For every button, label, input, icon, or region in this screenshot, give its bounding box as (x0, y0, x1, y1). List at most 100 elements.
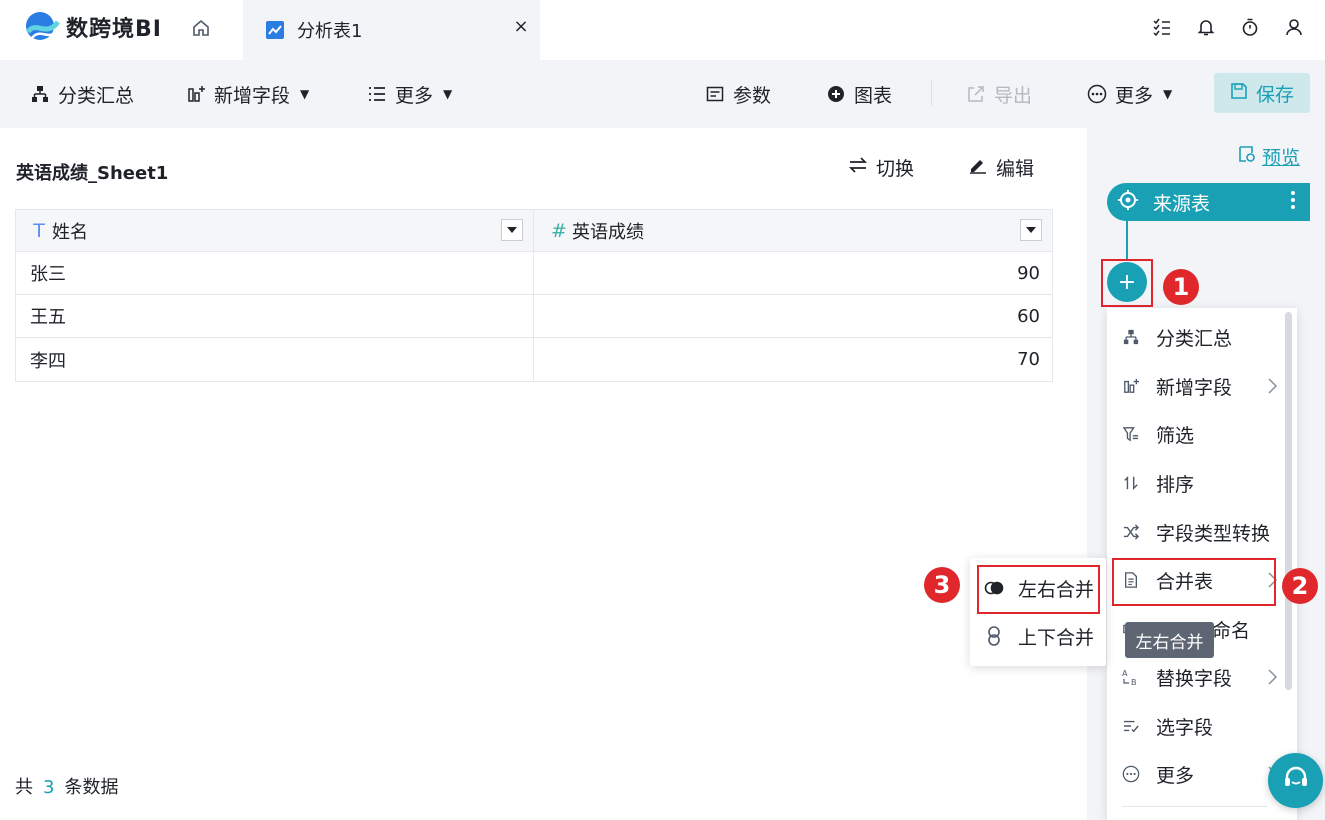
cell-name[interactable]: 张三 (16, 252, 534, 294)
params-button[interactable]: 参数 (705, 80, 771, 108)
save-button[interactable]: 保存 (1214, 73, 1310, 113)
row-count: 共 3 条数据 (15, 773, 118, 799)
headset-icon (1282, 765, 1310, 796)
export-button[interactable]: 导出 (966, 80, 1032, 108)
menu-item-label: 更多 (1156, 764, 1195, 787)
table-row: 王五 60 (16, 295, 1052, 338)
params-icon (705, 84, 725, 104)
caret-down-icon: ▼ (300, 87, 310, 101)
kebab-menu-icon[interactable] (1290, 189, 1296, 211)
menu-item-group-summary[interactable]: 分类汇总 (1107, 317, 1279, 357)
column-title: 姓名 (52, 221, 88, 243)
cell-name[interactable]: 李四 (16, 338, 534, 381)
submenu-item-label: 上下合并 (1018, 626, 1095, 649)
menu-item-type-convert[interactable]: 字段类型转换 (1107, 512, 1279, 552)
caret-down-icon: ▼ (1163, 87, 1173, 101)
menu-item-label: 选字段 (1156, 716, 1214, 739)
submenu-item-top-bottom-merge[interactable]: 上下合并 (970, 616, 1106, 656)
svg-text:A: A (1122, 669, 1128, 678)
annotation-badge-1: 1 (1163, 269, 1199, 305)
list-icon (367, 84, 387, 104)
timer-icon[interactable] (1237, 14, 1263, 40)
chart-button[interactable]: 图表 (826, 80, 892, 108)
sort-icon (1121, 475, 1141, 491)
add-field-button[interactable]: 新增字段 ▼ (186, 80, 309, 108)
home-icon[interactable] (188, 15, 214, 41)
annotation-badge-3: 3 (924, 567, 960, 603)
cell-score[interactable]: 70 (534, 338, 1052, 381)
more-right-label: 更多 (1115, 84, 1154, 107)
menu-item-label: 替换字段 (1156, 667, 1233, 690)
group-summary-button[interactable]: 分类汇总 (30, 80, 134, 108)
menu-item-sort[interactable]: 排序 (1107, 463, 1279, 503)
hierarchy-icon (30, 84, 50, 104)
preview-link[interactable]: 预览 (1238, 143, 1300, 170)
cell-score[interactable]: 60 (534, 295, 1052, 337)
tab-analysis-1[interactable]: 分析表1 × (243, 0, 540, 60)
preview-icon (1238, 145, 1256, 168)
table-view: 英语成绩_Sheet1 切换 编辑 T 姓名 # 英语成绩 张三 90 王五 6… (0, 128, 1087, 820)
params-label: 参数 (733, 84, 772, 107)
plus-circle-icon (826, 84, 846, 104)
annotation-box-1 (1101, 259, 1153, 307)
menu-item-select-field[interactable]: 选字段 (1107, 706, 1279, 746)
replace-icon: AB (1121, 668, 1141, 686)
table-row: 张三 90 (16, 252, 1052, 295)
app-logo[interactable]: 数跨境BI (24, 10, 162, 44)
tab-close-button[interactable]: × (510, 16, 532, 40)
menu-item-more[interactable]: 更多 (1107, 754, 1279, 794)
menu-item-label: 字段类型转换 (1156, 522, 1271, 545)
add-field-icon (186, 84, 206, 104)
menu-item-add-field[interactable]: 新增字段 (1107, 366, 1279, 406)
menu-item-replace-field[interactable]: AB 替换字段 (1107, 657, 1279, 697)
pen-icon (968, 156, 988, 179)
filter-icon (1121, 426, 1141, 442)
add-field-label: 新增字段 (214, 84, 291, 107)
menu-item-label: 新增字段 (1156, 376, 1233, 399)
select-field-icon (1121, 718, 1141, 734)
chevron-right-icon (1265, 376, 1279, 396)
number-type-icon: # (551, 219, 567, 242)
edit-label: 编辑 (996, 158, 1035, 180)
annotation-box-2 (1112, 558, 1276, 606)
more-menu-left[interactable]: 更多 ▼ (367, 80, 452, 108)
cell-score[interactable]: 90 (534, 252, 1052, 294)
top-bar: 数跨境BI 分析表1 × (0, 0, 1325, 60)
menu-item-filter[interactable]: 筛选 (1107, 414, 1279, 454)
menu-item-label: 分类汇总 (1156, 327, 1233, 350)
cell-name[interactable]: 王五 (16, 295, 534, 337)
switch-button[interactable]: 切换 (848, 154, 914, 181)
more-circle-icon (1087, 84, 1107, 104)
source-node-label: 来源表 (1153, 192, 1211, 215)
column-header-name[interactable]: T 姓名 (16, 210, 534, 251)
chart-line-icon (265, 20, 285, 40)
preview-label: 预览 (1262, 147, 1301, 169)
user-icon[interactable] (1281, 14, 1307, 40)
export-icon (966, 84, 986, 104)
grid-header: T 姓名 # 英语成绩 (16, 210, 1052, 252)
switch-label: 切换 (876, 158, 915, 180)
column-dropdown-button[interactable] (501, 219, 523, 241)
data-grid: T 姓名 # 英语成绩 张三 90 王五 60 李四 70 (15, 209, 1053, 382)
crosshair-icon (1117, 189, 1139, 216)
column-title: 英语成绩 (572, 221, 644, 243)
row-count-suffix: 条数据 (64, 777, 119, 798)
more-circle-icon (1121, 765, 1141, 783)
more-menu-right[interactable]: 更多 ▼ (1087, 80, 1172, 108)
menu-divider (1122, 806, 1268, 807)
toolbar-divider (931, 80, 932, 106)
caret-down-icon: ▼ (443, 87, 453, 101)
task-list-icon[interactable] (1149, 14, 1175, 40)
source-table-node[interactable]: 来源表 (1107, 183, 1310, 221)
edit-button[interactable]: 编辑 (968, 154, 1034, 181)
chart-label: 图表 (854, 84, 893, 107)
menu-item-label: 排序 (1156, 473, 1195, 496)
add-field-icon (1121, 378, 1141, 394)
column-header-score[interactable]: # 英语成绩 (534, 210, 1052, 251)
bell-icon[interactable] (1193, 14, 1219, 40)
tab-label: 分析表1 (297, 21, 363, 42)
column-dropdown-button[interactable] (1020, 219, 1042, 241)
logo-icon (24, 10, 60, 44)
menu-scrollbar[interactable] (1285, 312, 1292, 690)
customer-service-button[interactable] (1268, 753, 1323, 808)
